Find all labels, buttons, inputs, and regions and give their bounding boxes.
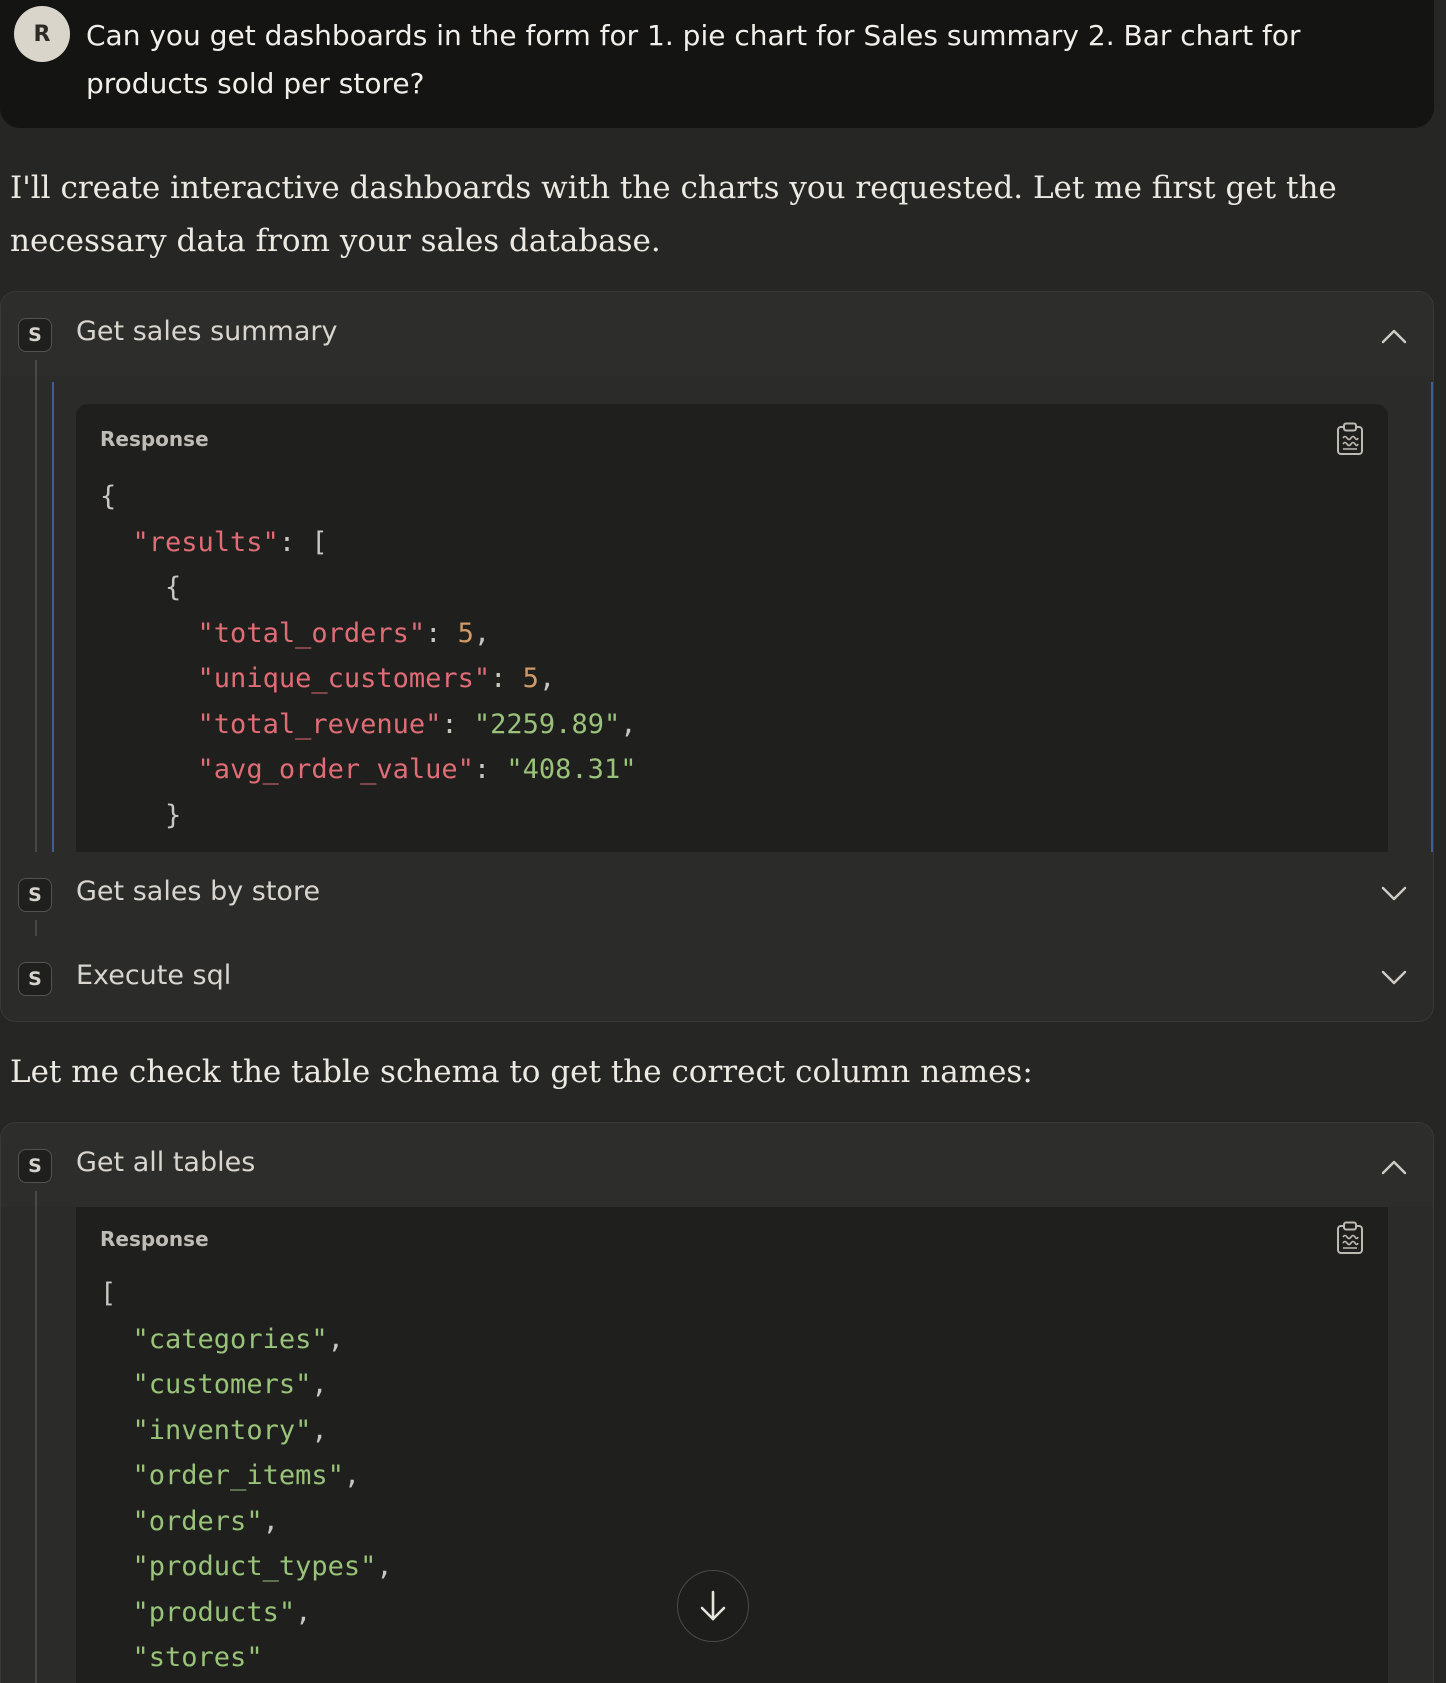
response-label: Response [100,427,209,451]
tool-call-get-sales-summary[interactable]: S Get sales summary [1,292,1433,376]
tool-call-group: S Get sales summary Response { "results"… [0,291,1434,1022]
chevron-up-icon[interactable] [1381,1159,1407,1175]
chevron-up-icon[interactable] [1381,328,1407,344]
avg-order-value-value: "408.31" [506,754,637,785]
tool-call-execute-sql[interactable]: S Execute sql [1,936,1433,1020]
tool-call-get-all-tables[interactable]: S Get all tables [1,1123,1433,1207]
arrow-down-icon [700,1590,726,1621]
tool-call-title: Execute sql [76,960,232,991]
assistant-followup-text: Let me check the table schema to get the… [10,1054,1033,1090]
table-name: inventory [148,1414,296,1446]
tool-badge: S [18,962,52,996]
json-tables-code: [ "categories", "customers", "inventory"… [100,1278,393,1673]
table-name: customers [148,1369,296,1400]
json-response-code: { "results": [ { "total_orders": 5, "uni… [100,481,637,831]
table-name: categories [148,1323,312,1355]
response-label: Response [100,1227,209,1251]
clipboard-icon[interactable] [1336,422,1364,456]
chevron-down-icon[interactable] [1381,970,1407,986]
tool-badge: S [18,878,52,912]
table-name: orders [148,1505,247,1537]
total-orders-value: 5 [457,617,474,649]
clipboard-icon[interactable] [1336,1221,1364,1255]
table-name: order_items [148,1460,328,1491]
table-name: stores [148,1642,247,1673]
user-message-text: Can you get dashboards in the form for 1… [86,19,1301,100]
user-avatar: R [14,6,70,62]
user-message-bubble: R Can you get dashboards in the form for… [0,0,1434,128]
tool-call-get-sales-by-store[interactable]: S Get sales by store [1,852,1433,936]
tool-call-title: Get sales by store [76,876,321,907]
total-revenue-value: "2259.89" [473,708,621,740]
timeline-connector [35,1191,37,1683]
tool-call-title: Get all tables [76,1147,256,1178]
tool-badge: S [18,1149,52,1183]
tool-call-title: Get sales summary [76,316,338,347]
table-name: product_types [148,1551,361,1582]
chevron-down-icon[interactable] [1381,886,1407,902]
timeline-connector [35,360,37,874]
tool-badge: S [18,318,52,352]
table-name: products [148,1596,279,1628]
assistant-intro-text: I'll create interactive dashboards with … [10,170,1337,259]
scroll-to-bottom-button[interactable] [677,1570,749,1642]
unique-customers-value: 5 [522,663,539,694]
